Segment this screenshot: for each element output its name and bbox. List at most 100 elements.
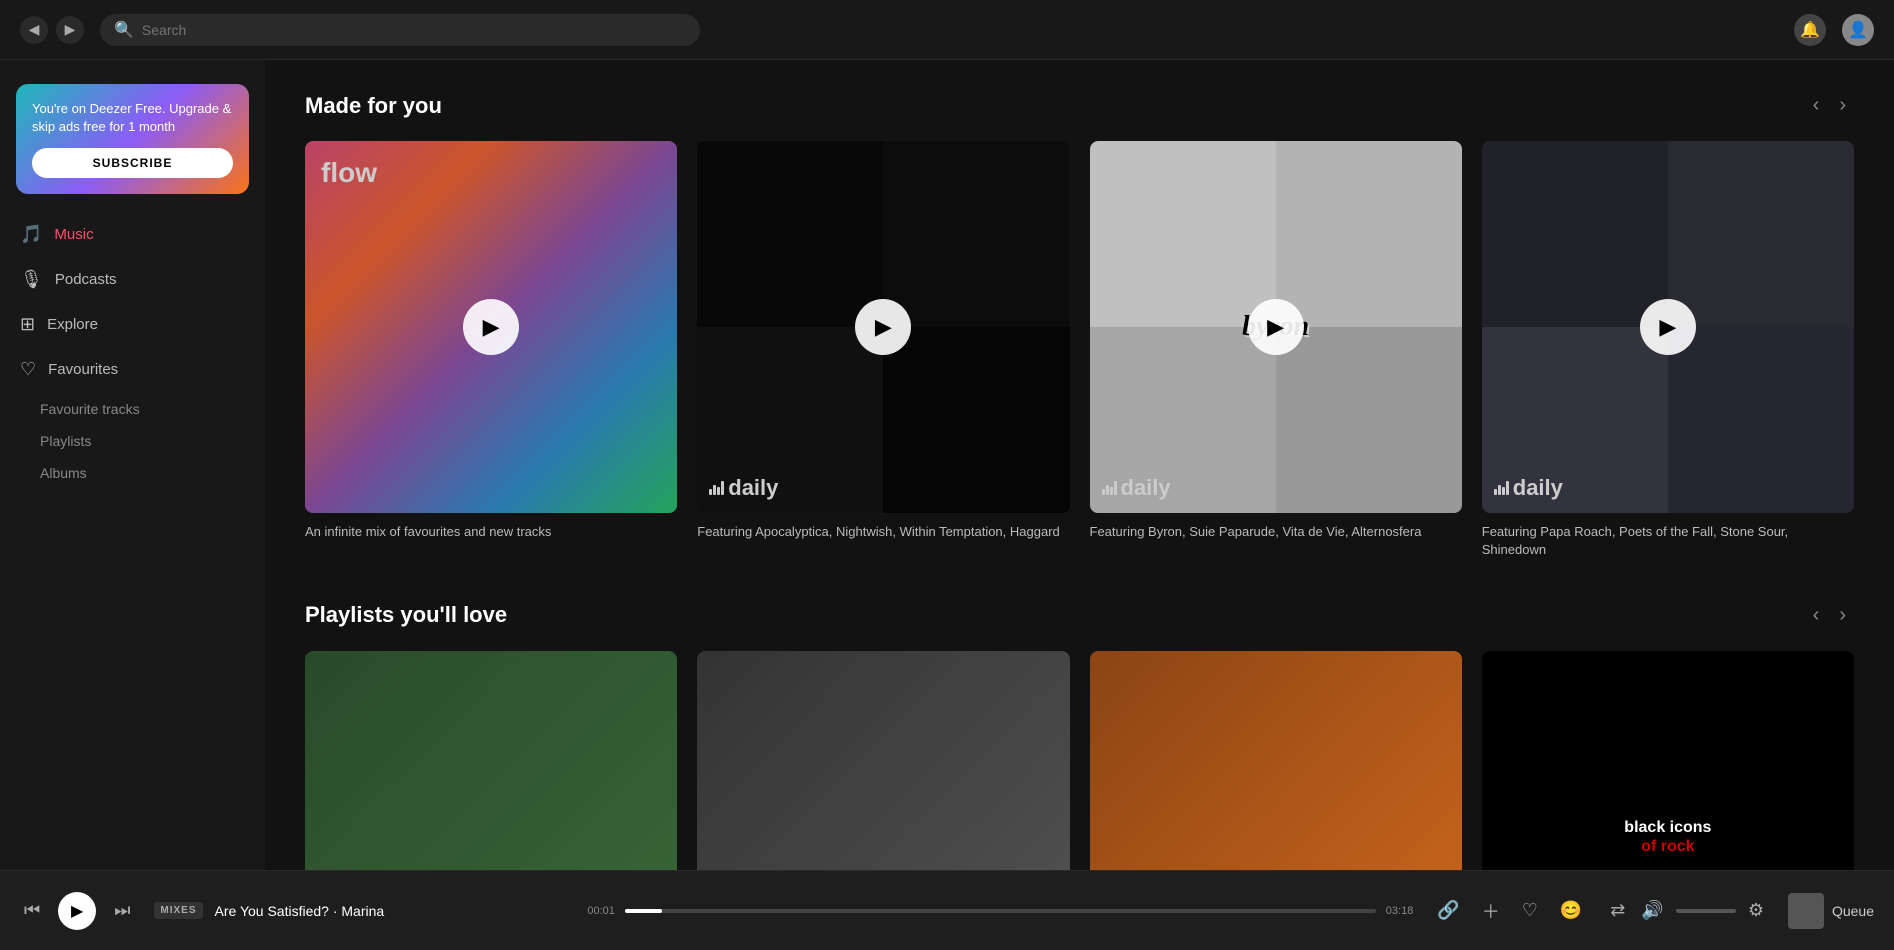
sidebar-item-podcasts[interactable]: 🎙 Podcasts [0, 259, 265, 300]
playlist-card-3-img [1090, 651, 1462, 870]
made-for-you-nav: ‹ › [1805, 90, 1854, 121]
player-bar: ⏮ ▶ ⏭ MIXES Are You Satisfied? · Marina … [0, 870, 1894, 950]
link-button[interactable]: 🔗 [1433, 896, 1463, 925]
time-current: 00:01 [587, 905, 615, 917]
music-icon: 🎵 [20, 224, 42, 245]
promo-text: You're on Deezer Free. Upgrade & skip ad… [32, 100, 233, 136]
subscribe-button[interactable]: SUBSCRIBE [32, 148, 233, 178]
playlist-card-2[interactable] [697, 651, 1069, 870]
daily2-play-overlay: ▶ [1090, 141, 1462, 513]
add-button[interactable]: ＋ [1478, 894, 1504, 928]
playlists-title: Playlists you'll love [305, 602, 507, 628]
emoji-button[interactable]: 😊 [1556, 896, 1586, 925]
playlist-card-2-img [697, 651, 1069, 870]
mixes-badge: MIXES [154, 902, 202, 919]
heart-icon: ♡ [20, 359, 36, 380]
sidebar-item-explore[interactable]: ⊞ Explore [0, 304, 265, 345]
queue-label: Queue [1832, 903, 1874, 919]
search-input[interactable] [142, 22, 686, 38]
sidebar-item-favourite-tracks[interactable]: Favourite tracks [20, 394, 265, 424]
daily1-card-image: daily ▶ [697, 141, 1069, 513]
playlist-1-artwork [305, 651, 677, 870]
flow-play-button[interactable]: ▶ [463, 299, 519, 355]
player-actions: 🔗 ＋ ♡ 😊 [1433, 894, 1586, 928]
daily3-card[interactable]: daily ▶ Featuring Papa Roach, Poets of t… [1482, 141, 1854, 560]
daily1-play-overlay: ▶ [697, 141, 1069, 513]
back-button[interactable]: ◀ [20, 16, 48, 44]
topbar-right: 🔔 👤 [1794, 14, 1874, 46]
volume-section: ⇄ 🔊 ⚙ [1606, 896, 1768, 925]
made-for-you-header: Made for you ‹ › [305, 90, 1854, 121]
sidebar-item-favourites[interactable]: ♡ Favourites [0, 349, 265, 390]
queue-thumb [1788, 893, 1824, 929]
sidebar-item-explore-label: Explore [47, 316, 98, 333]
volume-bar[interactable] [1676, 909, 1736, 913]
flow-card[interactable]: flow ▶ An infinite mix of favourites and… [305, 141, 677, 560]
daily3-description: Featuring Papa Roach, Poets of the Fall,… [1482, 523, 1854, 559]
daily1-card[interactable]: daily ▶ Featuring Apocalyptica, Nightwis… [697, 141, 1069, 560]
sidebar-item-albums[interactable]: Albums [20, 458, 265, 488]
playlist-4-artwork: black iconsof rock [1482, 651, 1854, 870]
playlists-header: Playlists you'll love ‹ › [305, 600, 1854, 631]
flow-card-image: flow ▶ [305, 141, 677, 513]
time-total: 03:18 [1386, 905, 1414, 917]
player-track-info: MIXES Are You Satisfied? · Marina [154, 902, 567, 919]
skip-forward-button[interactable]: ⏭ [110, 896, 134, 925]
daily3-play-button[interactable]: ▶ [1640, 299, 1696, 355]
shuffle-button[interactable]: ⇄ [1606, 896, 1629, 925]
playlist-card-3[interactable] [1090, 651, 1462, 870]
playlist-card-1-img [305, 651, 677, 870]
playlist-4-text: black iconsof rock [1624, 818, 1711, 856]
queue-button[interactable]: Queue [1788, 893, 1874, 929]
daily2-play-button[interactable]: ▶ [1248, 299, 1304, 355]
grid-icon: ⊞ [20, 314, 35, 335]
made-for-you-title: Made for you [305, 93, 442, 119]
play-pause-button[interactable]: ▶ [58, 892, 96, 930]
made-for-you-prev[interactable]: ‹ [1805, 90, 1828, 121]
playlists-nav: ‹ › [1805, 600, 1854, 631]
volume-icon[interactable]: 🔊 [1637, 896, 1667, 925]
skip-back-button[interactable]: ⏮ [20, 896, 44, 925]
equalizer-button[interactable]: ⚙ [1744, 896, 1768, 925]
main-layout: You're on Deezer Free. Upgrade & skip ad… [0, 60, 1894, 870]
daily2-card[interactable]: byron daily ▶ Feat [1090, 141, 1462, 560]
made-for-you-next[interactable]: › [1831, 90, 1854, 121]
playlist-cards: black iconsof rock [305, 651, 1854, 870]
daily1-play-button[interactable]: ▶ [855, 299, 911, 355]
search-box[interactable]: 🔍 [100, 14, 700, 46]
playlist-card-4-img: black iconsof rock [1482, 651, 1854, 870]
forward-button[interactable]: ▶ [56, 16, 84, 44]
sidebar-item-playlists[interactable]: Playlists [20, 426, 265, 456]
player-controls: ⏮ ▶ ⏭ [20, 892, 134, 930]
daily2-card-image: byron daily ▶ [1090, 141, 1462, 513]
sidebar: You're on Deezer Free. Upgrade & skip ad… [0, 60, 265, 870]
playlists-next[interactable]: › [1831, 600, 1854, 631]
flow-play-overlay: ▶ [305, 141, 677, 513]
playlist-2-artwork [697, 651, 1069, 870]
avatar[interactable]: 👤 [1842, 14, 1874, 46]
nav-arrows: ◀ ▶ [20, 16, 84, 44]
daily1-description: Featuring Apocalyptica, Nightwish, Withi… [697, 523, 1069, 541]
track-name: Are You Satisfied? · Marina [215, 903, 385, 919]
content: Made for you ‹ › flow ▶ An infinite mix … [265, 60, 1894, 870]
daily2-description: Featuring Byron, Suie Paparude, Vita de … [1090, 523, 1462, 541]
sidebar-item-podcasts-label: Podcasts [55, 271, 117, 288]
like-button[interactable]: ♡ [1518, 896, 1542, 925]
microphone-icon: 🎙 [20, 269, 43, 290]
progress-fill [625, 909, 663, 913]
playlist-3-artwork [1090, 651, 1462, 870]
bell-icon[interactable]: 🔔 [1794, 14, 1826, 46]
daily3-card-image: daily ▶ [1482, 141, 1854, 513]
playlist-card-4[interactable]: black iconsof rock [1482, 651, 1854, 870]
promo-card: You're on Deezer Free. Upgrade & skip ad… [16, 84, 249, 194]
flow-card-description: An infinite mix of favourites and new tr… [305, 523, 677, 541]
progress-area: 00:01 03:18 [587, 905, 1413, 917]
topbar: ◀ ▶ 🔍 🔔 👤 [0, 0, 1894, 60]
playlist-card-1[interactable] [305, 651, 677, 870]
search-icon: 🔍 [114, 20, 134, 40]
made-for-you-cards: flow ▶ An infinite mix of favourites and… [305, 141, 1854, 560]
playlists-prev[interactable]: ‹ [1805, 600, 1828, 631]
progress-bar[interactable] [625, 909, 1376, 913]
daily3-play-overlay: ▶ [1482, 141, 1854, 513]
sidebar-item-music[interactable]: 🎵 Music [0, 214, 265, 255]
